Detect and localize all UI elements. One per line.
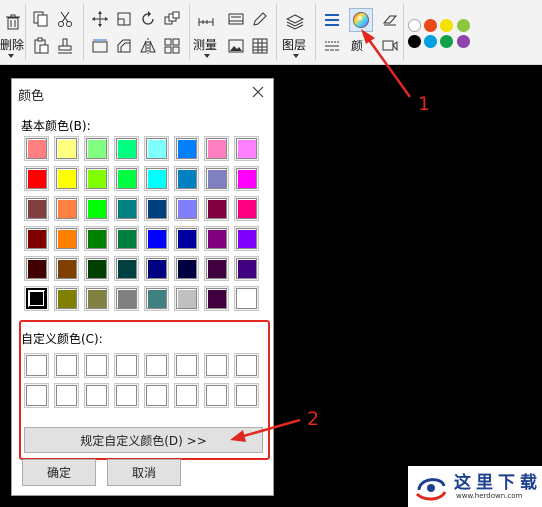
- annotation-marker-1: 1: [418, 93, 431, 115]
- annotation-arrowhead-1: [361, 29, 375, 44]
- annotation-marker-2: 2: [307, 408, 320, 430]
- annotation-arrows: [230, 29, 412, 442]
- watermark-url: www.herdown.com: [456, 492, 523, 500]
- annotation-arrowhead-2: [230, 430, 246, 442]
- annotation-arrow-2: [239, 418, 301, 439]
- watermark-logo-icon: [415, 478, 447, 501]
- watermark-title: 这里下载: [454, 473, 542, 493]
- watermark: 这里下载 www.herdown.com: [408, 466, 542, 507]
- annotation-arrow-1: [365, 36, 412, 98]
